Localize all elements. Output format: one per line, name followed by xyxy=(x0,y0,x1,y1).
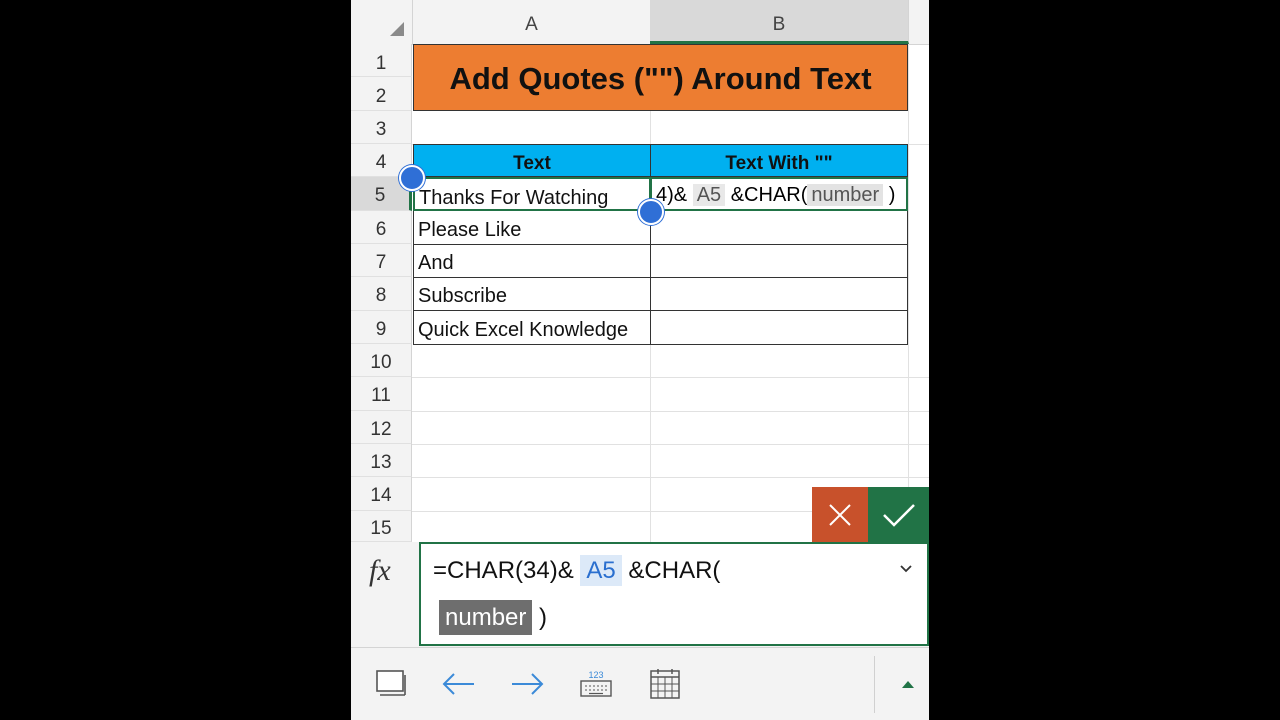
cell-b9[interactable] xyxy=(650,311,908,345)
formula-reference: A5 xyxy=(580,555,622,586)
svg-text:123: 123 xyxy=(588,670,603,680)
gridline-row-13 xyxy=(412,477,929,478)
row-header-14[interactable]: 14 xyxy=(351,477,412,511)
checkmark-icon xyxy=(882,503,915,527)
excel-app: A B 1 2 3 4 5 6 7 8 9 10 11 12 13 14 15 … xyxy=(351,0,929,720)
formula-part-1: =CHAR(34)& xyxy=(433,557,574,584)
confirm-edit-button[interactable] xyxy=(868,487,929,542)
formula-argument-hint: number xyxy=(439,600,533,635)
cell-a9[interactable]: Quick Excel Knowledge xyxy=(413,311,651,345)
table-header-text[interactable]: Text xyxy=(413,144,651,177)
row-header-10[interactable]: 10 xyxy=(351,344,412,377)
cell-b7[interactable] xyxy=(650,244,908,278)
arrow-right-icon xyxy=(512,673,544,695)
row-header-7[interactable]: 7 xyxy=(351,244,412,277)
formula-line-2: number ) xyxy=(439,598,547,638)
arrow-left-icon xyxy=(442,673,474,695)
move-left-button[interactable] xyxy=(441,666,477,702)
cell-b5-suffix: ) xyxy=(888,184,896,206)
cell-b5-reference: A5 xyxy=(692,184,726,206)
row-header-12[interactable]: 12 xyxy=(351,411,412,444)
cell-a7[interactable]: And xyxy=(413,244,651,278)
bottom-toolbar: 123 xyxy=(351,647,929,720)
formula-part-2: &CHAR( xyxy=(628,557,721,584)
formula-input[interactable]: =CHAR(34)& A5 &CHAR( number ) xyxy=(419,542,929,646)
keyboard-123-icon: 123 xyxy=(580,670,612,697)
numeric-keyboard-button[interactable]: 123 xyxy=(578,666,614,702)
selection-handle-top-left[interactable] xyxy=(399,165,425,191)
row-header-1[interactable]: 1 xyxy=(351,44,412,77)
caret-up-icon xyxy=(902,681,914,688)
gridline-row-10 xyxy=(412,377,929,378)
close-icon xyxy=(829,503,851,526)
gridline-row-12 xyxy=(412,444,929,445)
cell-b5-mid: &CHAR( xyxy=(730,184,808,206)
function-fx-icon[interactable]: fx xyxy=(369,554,391,588)
formula-close-paren: ) xyxy=(539,604,548,631)
cell-b5-argument-hint: number xyxy=(807,184,884,206)
row-header-6[interactable]: 6 xyxy=(351,211,412,244)
calendar-grid-icon xyxy=(650,669,680,699)
row-header-11[interactable]: 11 xyxy=(351,377,412,411)
row-header-13[interactable]: 13 xyxy=(351,444,412,477)
table-header-text-with-quotes[interactable]: Text With "" xyxy=(650,144,908,177)
row-header-15[interactable]: 15 xyxy=(351,511,412,542)
selection-handle-bottom-right[interactable] xyxy=(638,199,664,225)
sheet-view-icon xyxy=(376,670,406,696)
select-all-corner[interactable] xyxy=(351,0,413,44)
cell-b8[interactable] xyxy=(650,277,908,311)
sheet-view-button[interactable] xyxy=(373,666,409,702)
cancel-edit-button[interactable] xyxy=(812,487,868,542)
gridline-row-11 xyxy=(412,411,929,412)
cell-a8[interactable]: Subscribe xyxy=(413,277,651,311)
select-all-triangle-icon xyxy=(390,22,404,36)
toolbar-divider xyxy=(874,656,875,713)
cell-b6[interactable] xyxy=(650,211,908,245)
expand-toolbar-button[interactable] xyxy=(891,666,925,702)
expand-formula-chevron-icon[interactable] xyxy=(899,558,913,579)
row-header-2[interactable]: 2 xyxy=(351,77,412,111)
column-header-a[interactable]: A xyxy=(413,0,651,44)
formula-bar: fx =CHAR(34)& A5 &CHAR( number ) xyxy=(351,542,929,647)
column-header-bar: A B xyxy=(351,0,929,45)
row-header-9[interactable]: 9 xyxy=(351,311,412,344)
cell-a6[interactable]: Please Like xyxy=(413,211,651,245)
row-header-3[interactable]: 3 xyxy=(351,111,412,144)
date-picker-button[interactable] xyxy=(647,666,683,702)
move-right-button[interactable] xyxy=(509,666,545,702)
gridline-vertical-bc xyxy=(908,44,909,542)
cell-b5-editing[interactable]: 4)& A5 &CHAR(number ) xyxy=(650,177,908,211)
cell-a5[interactable]: Thanks For Watching xyxy=(413,177,651,211)
row-header-8[interactable]: 8 xyxy=(351,277,412,311)
formula-line-1: =CHAR(34)& A5 &CHAR( xyxy=(433,552,720,590)
column-header-b[interactable]: B xyxy=(650,0,909,44)
title-cell[interactable]: Add Quotes ("") Around Text xyxy=(413,44,908,111)
